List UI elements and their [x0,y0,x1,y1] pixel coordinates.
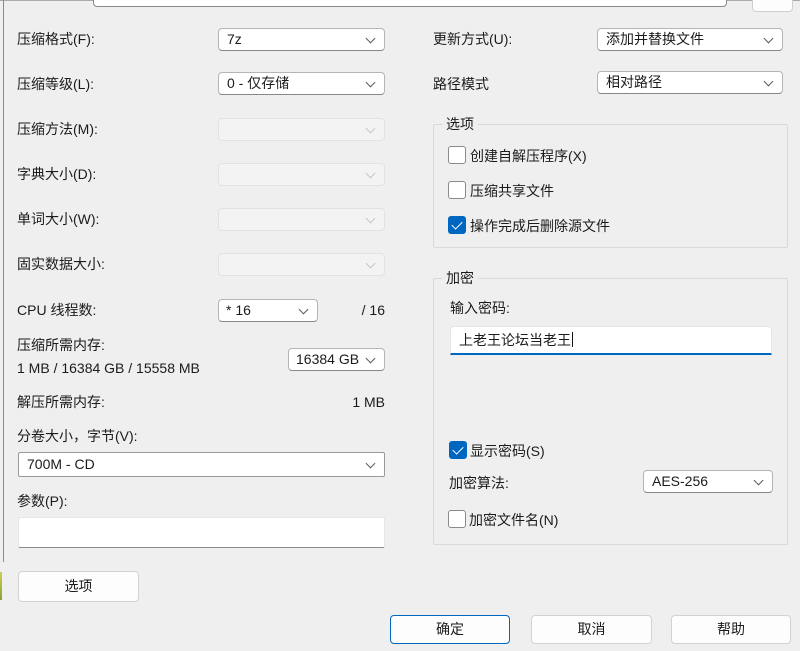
encryption-method-value: AES-256 [652,473,708,489]
parameters-input[interactable] [18,517,385,548]
solid-block-size-label: 固实数据大小: [17,256,105,272]
delete-after-compress-label: 操作完成后删除源文件 [470,218,610,234]
path-mode-value: 相对路径 [606,74,662,90]
volume-size-label: 分卷大小，字节(V): [17,428,138,444]
memory-decompress-label: 解压所需内存: [17,394,105,410]
help-button[interactable]: 帮助 [671,615,791,644]
options-group-title: 选项 [442,116,478,133]
encryption-group-title: 加密 [442,270,478,287]
encryption-method-label: 加密算法: [449,475,509,491]
update-mode-value: 添加并替换文件 [606,31,704,47]
archive-dialog: { "colors": { "accent": "#0067c0", "dial… [0,0,800,651]
cpu-threads-label: CPU 线程数: [17,302,96,318]
encrypt-filenames-checkbox[interactable] [448,510,466,528]
parameters-label: 参数(P): [17,493,68,509]
password-input[interactable]: 上老王论坛当老王 [450,326,772,355]
chevron-down-icon [754,476,764,486]
options-button[interactable]: 选项 [18,571,139,602]
chevron-down-icon [366,459,376,469]
compression-format-label: 压缩格式(F): [17,31,95,47]
solid-block-size-select [218,253,385,276]
chevron-down-icon [366,169,376,179]
chevron-down-icon [366,354,376,364]
compression-level-label: 压缩等级(L): [17,76,94,92]
path-mode-select[interactable]: 相对路径 [597,71,783,94]
browse-button[interactable] [752,0,793,12]
update-mode-label: 更新方式(U): [433,31,512,47]
delete-after-compress-checkbox[interactable] [448,216,466,234]
compression-format-value: 7z [227,31,242,47]
memory-usage-select[interactable]: 16384 GB [288,348,385,371]
cancel-button[interactable]: 取消 [531,615,652,644]
cpu-threads-select[interactable]: * 16 [218,299,318,322]
chevron-down-icon [764,34,774,44]
encrypt-filenames-label: 加密文件名(N) [469,512,558,528]
word-size-select [218,208,385,231]
path-mode-label: 路径模式 [433,76,489,92]
password-value: 上老王论坛当老王 [459,332,571,348]
show-password-checkbox[interactable] [449,441,467,459]
memory-compress-label: 压缩所需内存: [17,337,105,353]
chevron-down-icon [366,78,376,88]
word-size-label: 单词大小(W): [17,211,99,227]
volume-size-combo[interactable]: 700M - CD [18,452,385,477]
ok-button[interactable]: 确定 [390,615,510,644]
cpu-threads-total: / 16 [320,302,385,318]
chevron-down-icon [366,34,376,44]
chevron-down-icon [366,214,376,224]
chevron-down-icon [366,259,376,269]
show-password-label: 显示密码(S) [470,443,545,459]
compression-level-value: 0 - 仅存储 [227,75,289,91]
chevron-down-icon [764,77,774,87]
archive-name-input[interactable] [93,0,727,7]
text-cursor [572,332,573,347]
chevron-down-icon [299,305,309,315]
compression-method-select [218,118,385,141]
memory-usage-value: 16384 GB [296,351,359,367]
encryption-method-select[interactable]: AES-256 [643,470,773,493]
dictionary-size-select [218,163,385,186]
memory-compress-detail: 1 MB / 16384 GB / 15558 MB [17,360,200,376]
compress-shared-checkbox[interactable] [448,181,466,199]
compression-method-label: 压缩方法(M): [17,121,98,137]
volume-size-value: 700M - CD [27,456,95,472]
create-sfx-label: 创建自解压程序(X) [470,148,587,164]
password-label: 输入密码: [450,300,510,316]
dictionary-size-label: 字典大小(D): [17,166,96,182]
chevron-down-icon [366,124,376,134]
create-sfx-checkbox[interactable] [448,146,466,164]
memory-decompress-value: 1 MB [285,394,385,410]
compress-shared-label: 压缩共享文件 [470,183,554,199]
background-desktop-sliver [0,572,2,600]
cpu-threads-value: * 16 [226,302,251,318]
compression-format-select[interactable]: 7z [218,28,385,51]
update-mode-select[interactable]: 添加并替换文件 [597,28,783,51]
left-panel-edge-line [3,0,4,562]
compression-level-select[interactable]: 0 - 仅存储 [218,72,385,95]
encryption-group: 加密 [433,278,788,545]
